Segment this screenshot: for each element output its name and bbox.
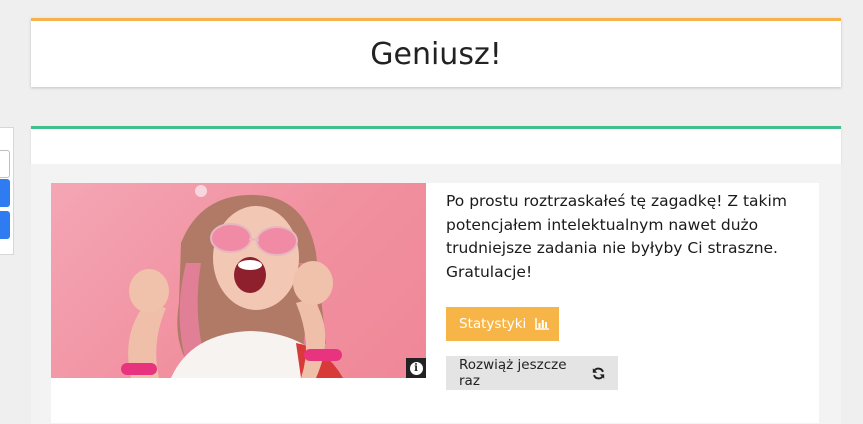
side-button-2[interactable] xyxy=(0,211,10,239)
title-card: Geniusz! xyxy=(31,18,841,87)
result-image: i xyxy=(51,183,426,378)
page-title: Geniusz! xyxy=(370,36,502,72)
statistics-button[interactable]: Statystyki xyxy=(446,307,559,341)
retry-button[interactable]: Rozwiąż jeszcze raz xyxy=(446,356,618,390)
side-input[interactable] xyxy=(0,150,10,178)
statistics-button-label: Statystyki xyxy=(459,316,527,332)
result-card-header xyxy=(31,126,841,164)
celebrating-girl-illustration xyxy=(121,185,343,378)
refresh-icon xyxy=(592,367,605,380)
side-panel xyxy=(0,127,14,255)
bar-chart-icon xyxy=(535,318,550,330)
result-message: Po prostu roztrzaskałeś tę zagadkę! Z ta… xyxy=(446,192,787,281)
info-icon[interactable]: i xyxy=(406,358,426,378)
retry-button-label: Rozwiąż jeszcze raz xyxy=(459,357,567,389)
side-button-1[interactable] xyxy=(0,179,10,207)
